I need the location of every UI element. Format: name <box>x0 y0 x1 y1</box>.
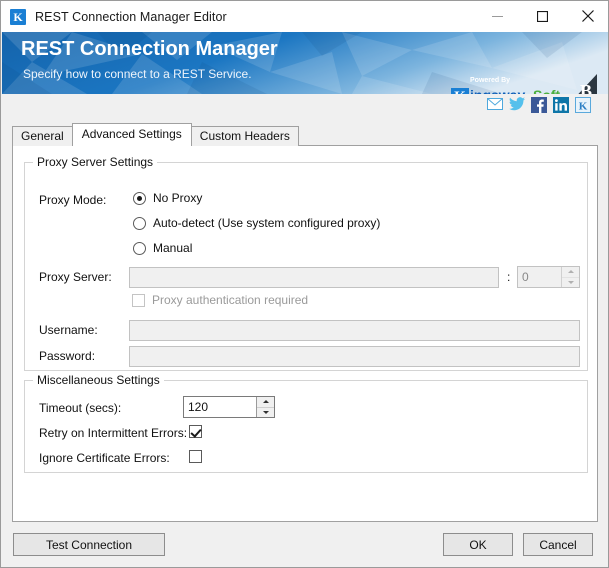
username-label: Username: <box>39 323 98 337</box>
banner-title: REST Connection Manager <box>21 38 278 61</box>
minimize-icon[interactable] <box>475 1 520 31</box>
social-links-bar: K <box>1 97 608 119</box>
linkedin-icon[interactable] <box>553 97 569 113</box>
advanced-settings-panel: Proxy Server Settings Proxy Mode: No Pro… <box>12 145 598 522</box>
retry-errors-label: Retry on Intermittent Errors: <box>39 426 187 440</box>
window-title: REST Connection Manager Editor <box>35 10 227 24</box>
timeout-label: Timeout (secs): <box>39 401 121 415</box>
password-label: Password: <box>39 349 95 363</box>
proxy-port-value: 0 <box>518 267 561 287</box>
kingsway-wordmark: ingsway <box>470 87 525 94</box>
username-input[interactable] <box>129 320 580 341</box>
proxy-group-title: Proxy Server Settings <box>33 155 157 169</box>
cancel-button[interactable]: Cancel <box>523 533 593 556</box>
radio-manual-label: Manual <box>153 241 192 255</box>
soft-wordmark: Soft <box>533 87 560 94</box>
proxy-auth-required-checkbox[interactable] <box>132 294 145 307</box>
powered-by-label: Powered By <box>470 77 510 84</box>
title-bar: K REST Connection Manager Editor <box>1 1 609 32</box>
svg-text:K: K <box>579 100 588 112</box>
secondary-brand-logo: B <box>567 72 599 94</box>
proxy-port-stepper[interactable]: 0 <box>517 266 580 288</box>
timeout-spin-buttons[interactable] <box>256 397 274 417</box>
facebook-icon[interactable] <box>531 97 547 113</box>
ok-button[interactable]: OK <box>443 533 513 556</box>
email-icon[interactable] <box>487 97 503 113</box>
banner-subtitle: Specify how to connect to a REST Service… <box>23 67 252 81</box>
proxy-server-settings-group: Proxy Server Settings Proxy Mode: No Pro… <box>24 162 588 371</box>
header-banner: REST Connection Manager Specify how to c… <box>2 32 609 94</box>
twitter-icon[interactable] <box>509 97 525 113</box>
port-spin-buttons[interactable] <box>561 267 579 287</box>
close-icon[interactable] <box>565 1 609 31</box>
radio-no-proxy[interactable] <box>133 192 146 205</box>
timeout-spin-up-icon[interactable] <box>257 397 274 408</box>
maximize-icon[interactable] <box>520 1 565 31</box>
radio-auto-detect[interactable] <box>133 217 146 230</box>
tab-general[interactable]: General <box>12 126 73 146</box>
timeout-spin-down-icon[interactable] <box>257 408 274 418</box>
app-icon: K <box>10 9 26 25</box>
rest-connection-manager-editor-window: K REST Connection Manager Editor <box>0 0 609 568</box>
tab-strip: General Advanced Settings Custom Headers <box>12 124 298 146</box>
proxy-server-label: Proxy Server: <box>39 270 112 284</box>
port-spin-down-icon[interactable] <box>562 278 579 288</box>
misc-group-title: Miscellaneous Settings <box>33 373 164 387</box>
radio-no-proxy-label: No Proxy <box>153 191 202 205</box>
port-spin-up-icon[interactable] <box>562 267 579 278</box>
window-controls <box>475 1 609 32</box>
kingswaysoft-k-icon: K <box>451 88 469 94</box>
radio-manual[interactable] <box>133 242 146 255</box>
svg-text:B: B <box>580 81 592 94</box>
radio-auto-detect-label: Auto-detect (Use system configured proxy… <box>153 216 380 230</box>
password-input[interactable] <box>129 346 580 367</box>
timeout-value: 120 <box>184 397 256 417</box>
kingswaysoft-icon[interactable]: K <box>575 97 591 113</box>
proxy-mode-label: Proxy Mode: <box>39 193 106 207</box>
ignore-certificate-errors-checkbox[interactable] <box>189 450 202 463</box>
test-connection-button[interactable]: Test Connection <box>13 533 165 556</box>
ignore-certificate-errors-label: Ignore Certificate Errors: <box>39 451 170 465</box>
port-separator: : <box>507 270 510 284</box>
retry-errors-checkbox[interactable] <box>189 425 202 438</box>
kingswaysoft-logo: K Powered By ingsway Soft <box>451 80 575 94</box>
proxy-auth-required-label: Proxy authentication required <box>152 293 308 307</box>
tab-advanced-settings[interactable]: Advanced Settings <box>72 123 192 146</box>
timeout-stepper[interactable]: 120 <box>183 396 275 418</box>
proxy-server-input[interactable] <box>129 267 499 288</box>
tab-custom-headers[interactable]: Custom Headers <box>191 126 299 146</box>
miscellaneous-settings-group: Miscellaneous Settings Timeout (secs): 1… <box>24 380 588 473</box>
